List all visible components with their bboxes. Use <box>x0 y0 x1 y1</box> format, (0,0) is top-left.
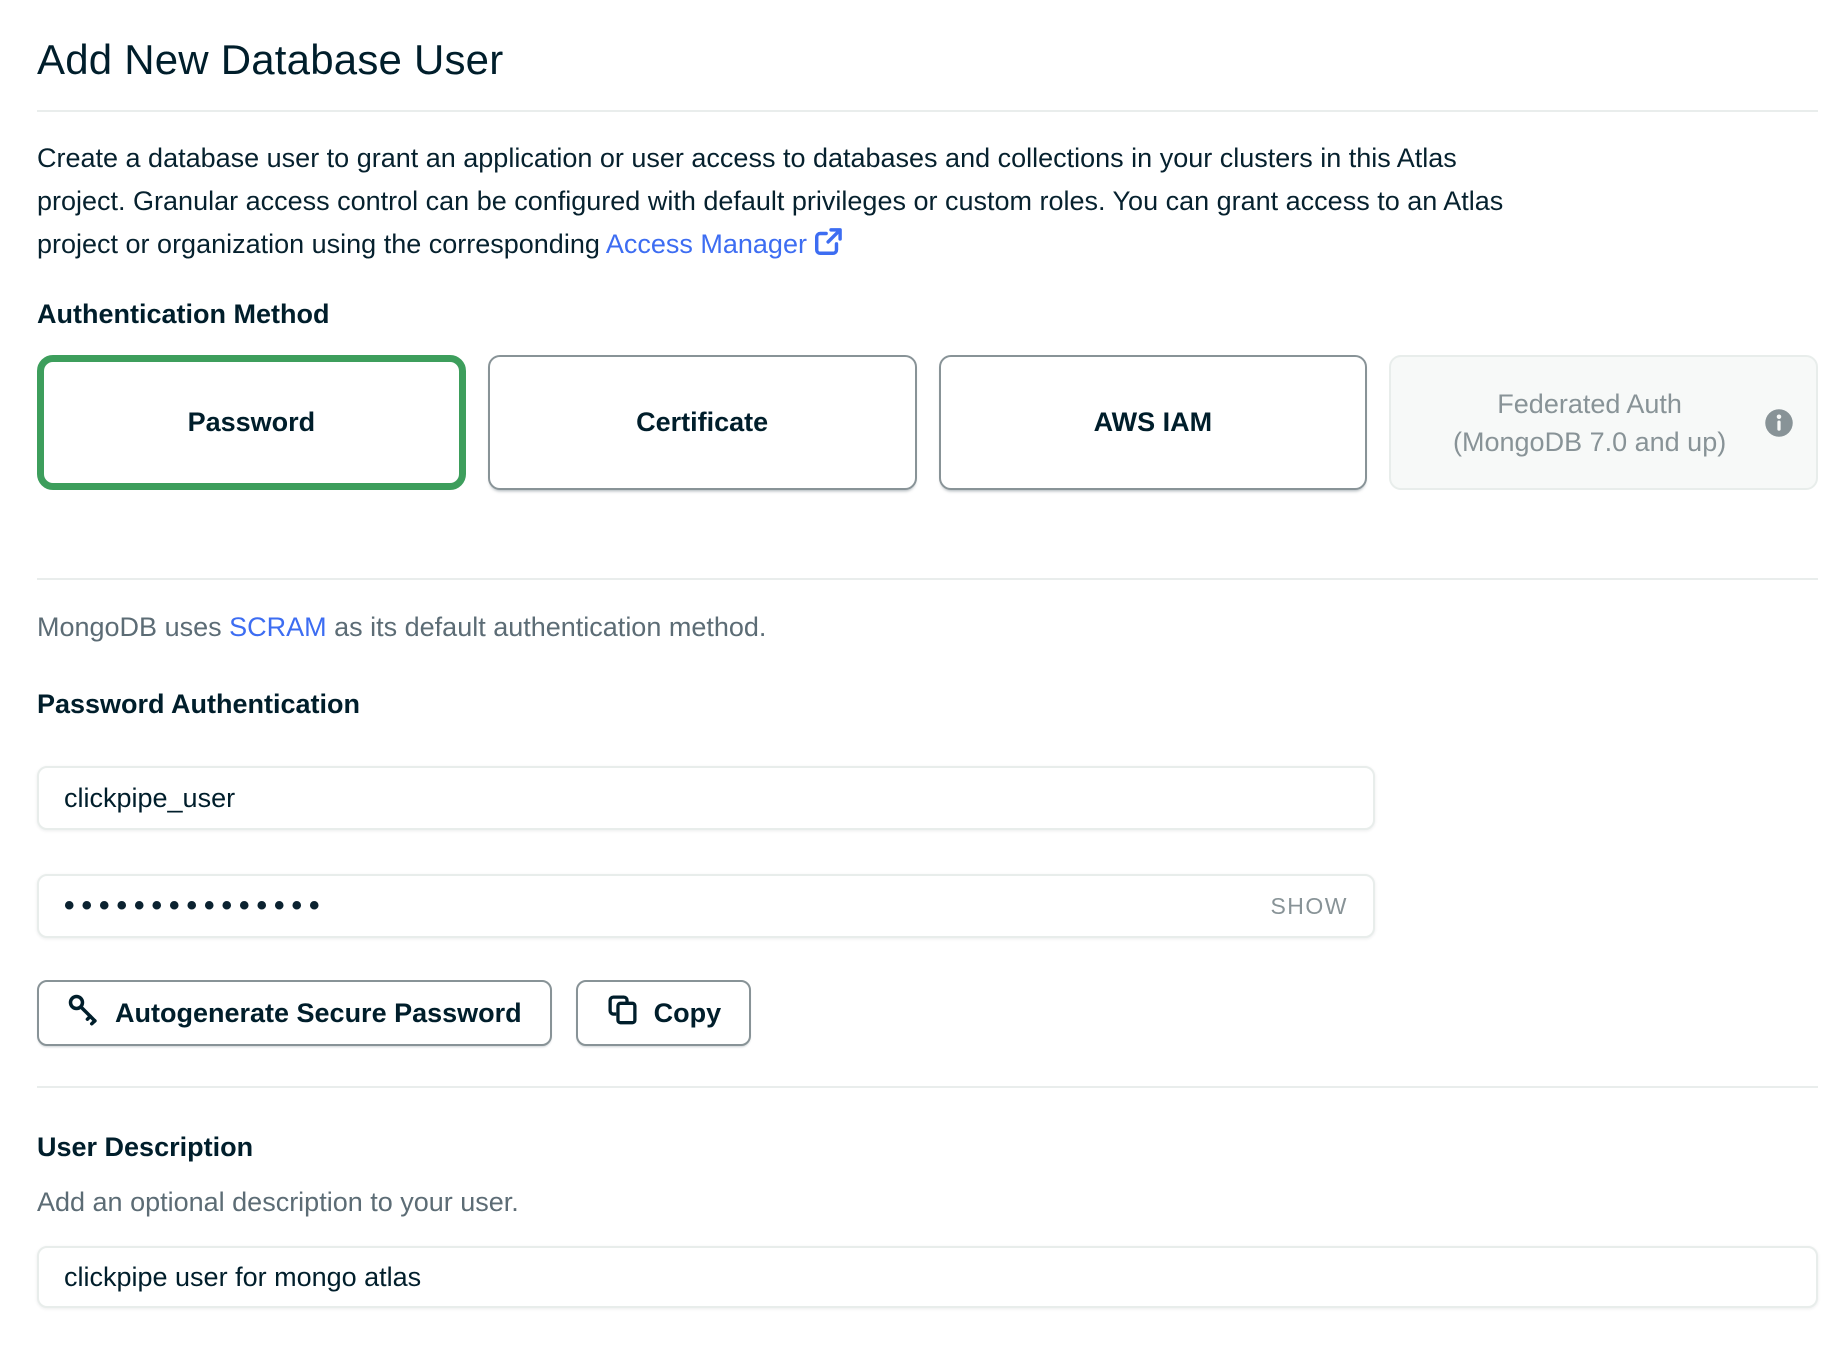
intro-line-2: project. Granular access control can be … <box>37 180 1818 223</box>
external-link-icon <box>814 226 843 269</box>
scram-link[interactable]: SCRAM <box>229 612 327 642</box>
show-password-button[interactable]: SHOW <box>1270 893 1348 920</box>
user-description-input[interactable] <box>37 1246 1818 1308</box>
page-title: Add New Database User <box>37 0 1818 84</box>
copy-button-label: Copy <box>654 998 722 1029</box>
password-masked-value: ••••••••••••••• <box>64 891 327 921</box>
copy-password-button[interactable]: Copy <box>576 980 752 1046</box>
scram-note: MongoDB uses SCRAM as its default authen… <box>37 612 1818 643</box>
user-description-heading: User Description <box>37 1132 1818 1163</box>
auth-option-certificate[interactable]: Certificate <box>488 355 917 490</box>
password-input[interactable]: ••••••••••••••• SHOW <box>37 874 1375 938</box>
copy-icon <box>606 993 639 1033</box>
intro-text: Create a database user to grant an appli… <box>37 137 1818 269</box>
divider <box>37 1086 1818 1088</box>
divider <box>37 578 1818 580</box>
auth-option-password[interactable]: Password <box>37 355 466 490</box>
scram-note-before: MongoDB uses <box>37 612 229 642</box>
password-authentication-heading: Password Authentication <box>37 689 1818 720</box>
divider <box>37 110 1818 112</box>
auth-option-federated-auth: Federated Auth (MongoDB 7.0 and up) <box>1389 355 1818 490</box>
add-database-user-form: Add New Database User Create a database … <box>0 0 1846 1356</box>
password-actions: Autogenerate Secure Password Copy <box>37 980 1818 1046</box>
auth-option-federated-sublabel: (MongoDB 7.0 and up) <box>1453 423 1726 461</box>
username-input[interactable] <box>37 766 1375 830</box>
info-icon[interactable] <box>1764 408 1794 438</box>
auth-option-federated-label: Federated Auth <box>1497 385 1682 423</box>
intro-line-3: project or organization using the corres… <box>37 229 606 259</box>
user-description-subtext: Add an optional description to your user… <box>37 1187 1818 1218</box>
access-manager-link[interactable]: Access Manager <box>606 229 807 259</box>
auth-option-aws-iam-label: AWS IAM <box>1094 407 1213 438</box>
auth-option-password-label: Password <box>188 407 316 438</box>
intro-line-1: Create a database user to grant an appli… <box>37 137 1818 180</box>
auth-option-certificate-label: Certificate <box>636 407 768 438</box>
key-icon <box>67 993 100 1033</box>
authentication-method-heading: Authentication Method <box>37 299 1818 330</box>
autogenerate-password-button[interactable]: Autogenerate Secure Password <box>37 980 552 1046</box>
autogenerate-password-label: Autogenerate Secure Password <box>115 998 522 1029</box>
auth-method-options: Password Certificate AWS IAM Federated A… <box>37 355 1818 490</box>
scram-note-after: as its default authentication method. <box>327 612 767 642</box>
auth-option-aws-iam[interactable]: AWS IAM <box>939 355 1368 490</box>
